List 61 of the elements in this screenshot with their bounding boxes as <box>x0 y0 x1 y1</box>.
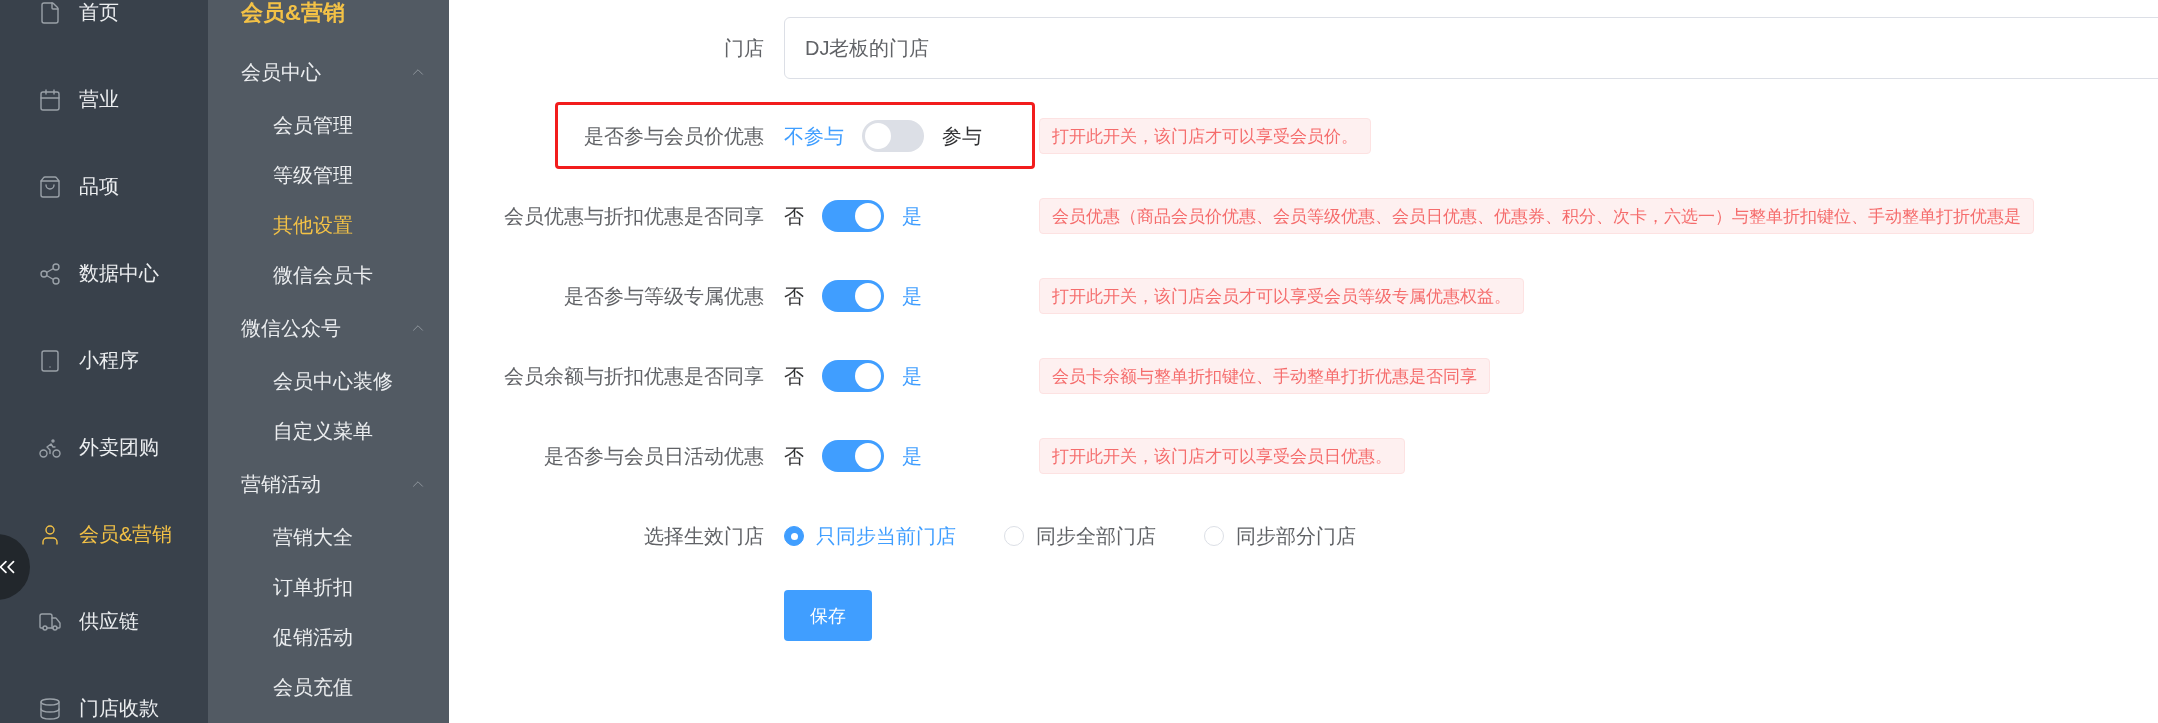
submenu-title: 会员&营销 <box>241 0 346 26</box>
calendar-icon <box>38 87 62 112</box>
submenu-item[interactable]: 微信会员卡 <box>208 250 449 300</box>
toggle-switch[interactable] <box>822 440 884 472</box>
store-field[interactable]: DJ老板的门店 <box>784 17 2158 79</box>
field-label: 会员优惠与折扣优惠是否同享 <box>504 203 764 229</box>
switch-on-label: 参与 <box>942 123 982 149</box>
switch-off-label: 否 <box>784 203 804 229</box>
submenu-item[interactable]: 订单折扣 <box>208 562 449 612</box>
nav-item[interactable]: 门店收款 <box>38 665 159 723</box>
menu-group[interactable]: 会员中心 <box>208 44 449 100</box>
field-label: 是否参与会员日活动优惠 <box>544 443 764 469</box>
radio-label: 只同步当前门店 <box>816 523 956 549</box>
switch-on-label: 是 <box>902 443 922 469</box>
nav-item[interactable]: 小程序 <box>38 317 139 404</box>
switch-on-label: 是 <box>902 203 922 229</box>
switch-off-label: 不参与 <box>784 123 844 149</box>
hint-tag: 会员优惠（商品会员价优惠、会员等级优惠、会员日优惠、优惠券、积分、次卡，六选一）与整单折扣键位、手动整单打折优惠是 <box>1039 198 2034 234</box>
switch-off-label: 否 <box>784 363 804 389</box>
switch-off-label: 否 <box>784 283 804 309</box>
hint-tag: 会员卡余额与整单折扣键位、手动整单打折优惠是否同享 <box>1039 358 1490 394</box>
switch-off-label: 否 <box>784 443 804 469</box>
field-label: 门店 <box>724 35 764 61</box>
submenu-item[interactable]: 促销活动 <box>208 612 449 662</box>
nav-item[interactable]: 外卖团购 <box>38 404 159 491</box>
menu-group[interactable]: 微信公众号 <box>208 300 449 356</box>
submenu-item[interactable]: 会员管理 <box>208 100 449 150</box>
hint-tag: 打开此开关，该门店才可以享受会员价。 <box>1039 118 1371 154</box>
database-icon <box>38 696 62 721</box>
nav-item[interactable]: 供应链 <box>38 578 139 665</box>
tablet-icon <box>38 348 62 373</box>
shopping-bag-icon <box>38 174 62 199</box>
hint-tag: 打开此开关，该门店会员才可以享受会员等级专属优惠权益。 <box>1039 278 1524 314</box>
file-icon <box>38 0 62 25</box>
nav-item[interactable]: 营业 <box>38 56 119 143</box>
field-label: 是否参与等级专属优惠 <box>564 283 764 309</box>
submenu-item[interactable]: 等级管理 <box>208 150 449 200</box>
toggle-switch[interactable] <box>822 280 884 312</box>
menu-group[interactable]: 营销活动 <box>208 456 449 512</box>
hint-tag: 打开此开关，该门店才可以享受会员日优惠。 <box>1039 438 1405 474</box>
field-label: 是否参与会员价优惠 <box>584 123 764 149</box>
field-label: 选择生效门店 <box>644 523 764 549</box>
submenu-item[interactable]: 营销大全 <box>208 512 449 562</box>
switch-on-label: 是 <box>902 363 922 389</box>
nav-item[interactable]: 品项 <box>38 143 119 230</box>
field-label: 会员余额与折扣优惠是否同享 <box>504 363 764 389</box>
submenu-item[interactable]: 会员中心装修 <box>208 356 449 406</box>
toggle-switch[interactable] <box>862 120 924 152</box>
radio-label: 同步部分门店 <box>1236 523 1356 549</box>
radio-button[interactable] <box>784 526 804 546</box>
submenu-item[interactable]: 其他设置 <box>208 200 449 250</box>
submenu-item[interactable]: 会员充值 <box>208 662 449 712</box>
toggle-switch[interactable] <box>822 360 884 392</box>
toggle-switch[interactable] <box>822 200 884 232</box>
nav-item[interactable]: 数据中心 <box>38 230 159 317</box>
share-icon <box>38 261 62 286</box>
submenu-item[interactable]: 自定义菜单 <box>208 406 449 456</box>
nav-item[interactable]: 会员&营销 <box>38 491 173 578</box>
nav-item[interactable]: 首页 <box>38 0 119 56</box>
radio-label: 同步全部门店 <box>1036 523 1156 549</box>
switch-on-label: 是 <box>902 283 922 309</box>
